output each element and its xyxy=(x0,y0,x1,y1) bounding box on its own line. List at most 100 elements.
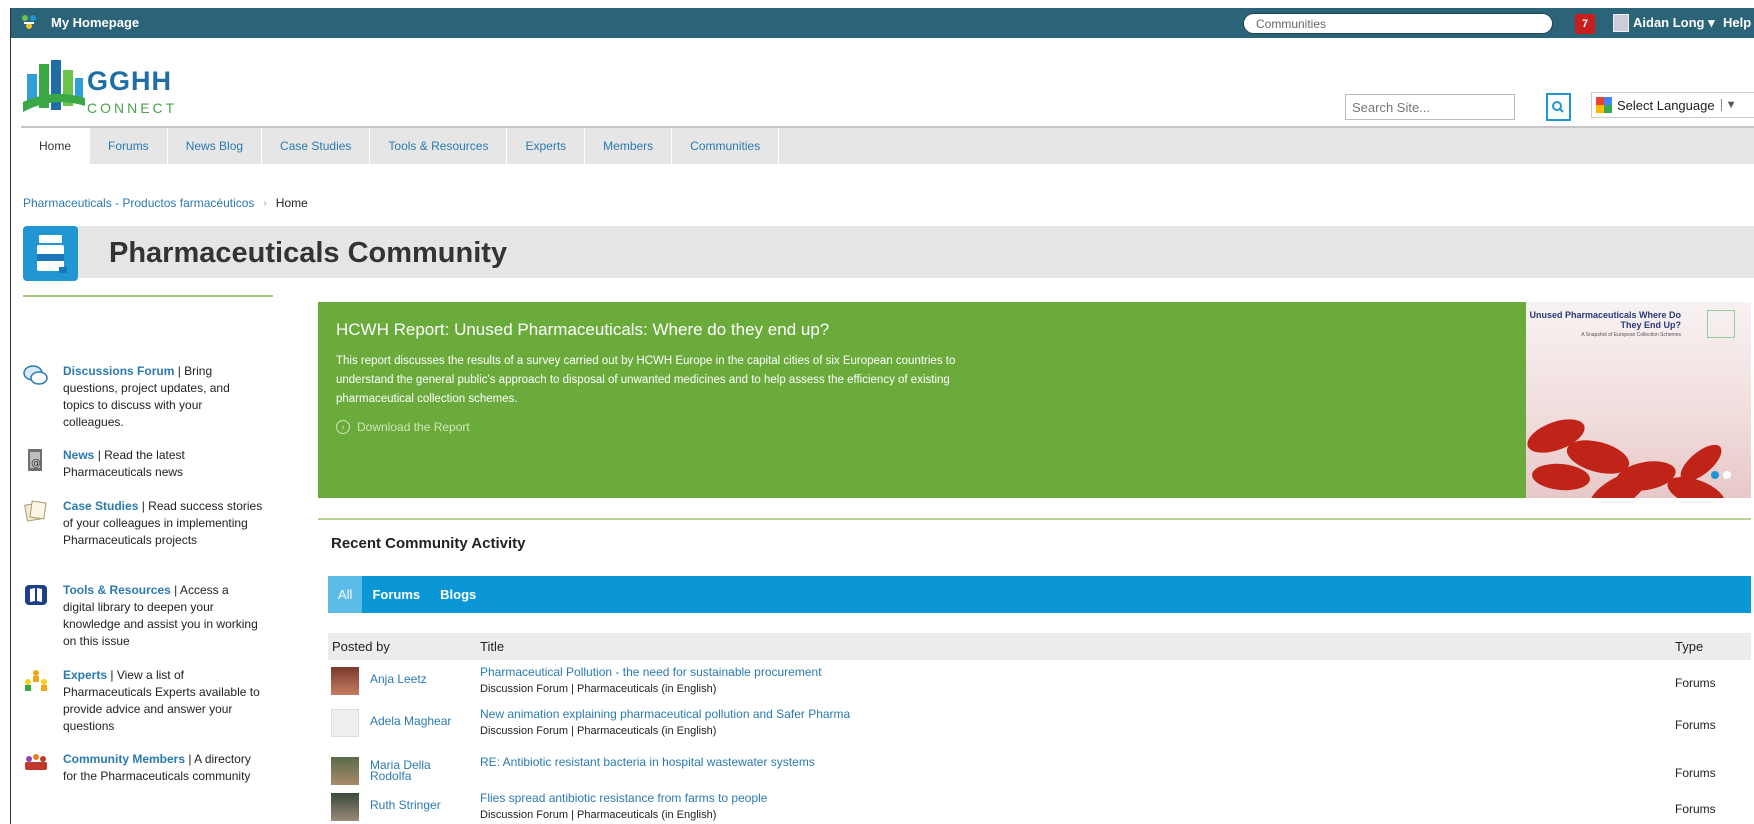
column-posted-by: Posted by xyxy=(332,639,390,654)
site-search-input[interactable]: Search Site... xyxy=(1345,94,1515,120)
documents-icon xyxy=(23,498,49,524)
avatar[interactable] xyxy=(331,793,359,821)
my-homepage-link[interactable]: My Homepage xyxy=(21,14,139,30)
avatar[interactable] xyxy=(331,757,359,785)
nav-tab-communities[interactable]: Communities xyxy=(672,128,780,164)
activity-subtitle: Discussion Forum | Pharmaceuticals (in E… xyxy=(480,809,717,821)
news-icon: @ xyxy=(23,447,49,473)
poster-name[interactable]: Maria Della Rodolfa xyxy=(370,759,460,782)
top-bar: My Homepage Communities 7 Aidan Long ▾ H… xyxy=(11,8,1754,38)
svg-text:@: @ xyxy=(31,458,41,469)
activity-title-link[interactable]: Flies spread antibiotic resistance from … xyxy=(480,791,767,805)
search-icon xyxy=(1552,101,1564,113)
banner-body: This report discusses the results of a s… xyxy=(336,355,956,405)
table-row: Anja Leetz Pharmaceutical Pollution - th… xyxy=(328,665,1751,707)
cover-logo-icon xyxy=(1707,310,1735,338)
activity-title-link[interactable]: New animation explaining pharmaceutical … xyxy=(480,707,850,721)
recent-activity-heading: Recent Community Activity xyxy=(331,535,526,552)
sidebar-item-community-members: Community Members | A directory for the … xyxy=(23,751,273,785)
poster-name[interactable]: Adela Maghear xyxy=(370,715,460,727)
breadcrumb-parent-link[interactable]: Pharmaceuticals - Productos farmacéutico… xyxy=(23,196,254,210)
language-select[interactable]: Select Language ▼ xyxy=(1591,92,1754,118)
nav-tab-home[interactable]: Home xyxy=(21,128,91,164)
table-row: Ruth Stringer Flies spread antibiotic re… xyxy=(328,791,1751,824)
my-homepage-label: My Homepage xyxy=(51,14,140,30)
filter-tab-blogs[interactable]: Blogs xyxy=(430,576,486,613)
filter-tab-forums[interactable]: Forums xyxy=(362,576,430,613)
column-title: Title xyxy=(480,639,505,654)
cover-title: Unused Pharmaceuticals Where Do They End… xyxy=(1529,310,1681,330)
activity-table-header: Posted by Title Type xyxy=(328,633,1751,660)
tools-resources-link[interactable]: Tools & Resources xyxy=(63,583,171,597)
logo-sub-text: CONNECT xyxy=(87,100,178,116)
browser-page: My Homepage Communities 7 Aidan Long ▾ H… xyxy=(10,8,1754,824)
activity-subtitle: Discussion Forum | Pharmaceuticals (in E… xyxy=(480,683,717,695)
book-icon xyxy=(23,582,49,608)
user-menu[interactable]: Aidan Long ▾ xyxy=(1613,14,1715,32)
avatar[interactable] xyxy=(331,709,359,737)
case-studies-link[interactable]: Case Studies xyxy=(63,499,138,513)
section-divider xyxy=(318,518,1751,520)
activity-filter-tabs: All Forums Blogs xyxy=(328,576,1751,613)
nav-tab-forums[interactable]: Forums xyxy=(90,128,168,164)
activity-subtitle: Discussion Forum | Pharmaceuticals (in E… xyxy=(480,725,717,737)
filter-tab-all[interactable]: All xyxy=(328,576,363,613)
sidebar xyxy=(23,295,273,297)
sidebar-item-experts: Experts | View a list of Pharmaceuticals… xyxy=(23,667,273,735)
experts-icon xyxy=(23,667,49,693)
user-name: Aidan Long ▾ xyxy=(1633,15,1715,30)
page-title-bar: Pharmaceuticals Community xyxy=(73,226,1754,278)
site-logo[interactable]: GGHH CONNECT xyxy=(23,56,193,126)
sidebar-item-case-studies: Case Studies | Read success stories of y… xyxy=(23,498,273,549)
site-search-button[interactable] xyxy=(1546,93,1571,121)
notification-badge[interactable]: 7 xyxy=(1575,14,1595,34)
community-members-link[interactable]: Community Members xyxy=(63,752,185,766)
report-cover-image[interactable]: Unused Pharmaceuticals Where Do They End… xyxy=(1526,302,1751,498)
column-type: Type xyxy=(1675,639,1704,654)
carousel-dots xyxy=(1711,471,1731,479)
featured-banner: HCWH Report: Unused Pharmaceuticals: Whe… xyxy=(318,302,1548,498)
poster-name[interactable]: Anja Leetz xyxy=(370,673,460,685)
nav-tab-experts[interactable]: Experts xyxy=(507,128,586,164)
google-translate-icon xyxy=(1596,97,1612,113)
experts-link[interactable]: Experts xyxy=(63,668,107,682)
chat-bubbles-icon xyxy=(23,363,49,389)
carousel-dot[interactable] xyxy=(1723,471,1731,479)
activity-title-link[interactable]: RE: Antibiotic resistant bacteria in hos… xyxy=(480,755,815,769)
carousel-dot[interactable] xyxy=(1711,471,1719,479)
nav-tab-case-studies[interactable]: Case Studies xyxy=(262,128,371,164)
home-network-icon xyxy=(21,14,37,30)
arrow-circle-icon: › xyxy=(336,420,350,434)
language-label: Select Language xyxy=(1617,97,1715,113)
help-link[interactable]: Help xyxy=(1723,15,1751,30)
activity-type: Forums xyxy=(1675,802,1716,816)
buildings-logo-icon xyxy=(23,60,85,112)
sidebar-divider xyxy=(23,295,273,297)
news-link[interactable]: News xyxy=(63,448,94,462)
members-icon xyxy=(23,751,49,777)
dropdown-arrow-icon: ▼ xyxy=(1720,99,1736,111)
sidebar-item-tools-resources: Tools & Resources | Access a digital lib… xyxy=(23,582,273,650)
nav-tab-tools-resources[interactable]: Tools & Resources xyxy=(370,128,508,164)
poster-name[interactable]: Ruth Stringer xyxy=(370,799,460,811)
download-report-link[interactable]: › Download the Report xyxy=(336,420,470,434)
main-nav: Home Forums News Blog Case Studies Tools… xyxy=(21,126,1754,164)
download-report-label: Download the Report xyxy=(357,420,470,434)
discussions-forum-link[interactable]: Discussions Forum xyxy=(63,364,174,378)
communities-search-input[interactable]: Communities xyxy=(1243,13,1553,34)
nav-tab-news-blog[interactable]: News Blog xyxy=(168,128,263,164)
nav-tab-members[interactable]: Members xyxy=(585,128,673,164)
banner-title[interactable]: HCWH Report: Unused Pharmaceuticals: Whe… xyxy=(336,320,829,340)
logo-brand-text: GGHH xyxy=(87,66,172,96)
sidebar-item-discussions: Discussions Forum | Bring questions, pro… xyxy=(23,363,273,431)
sidebar-item-news: @ News | Read the latest Pharmaceuticals… xyxy=(23,447,273,481)
activity-type: Forums xyxy=(1675,718,1716,732)
activity-type: Forums xyxy=(1675,766,1716,780)
breadcrumb: Pharmaceuticals - Productos farmacéutico… xyxy=(23,196,308,210)
avatar[interactable] xyxy=(331,667,359,695)
activity-title-link[interactable]: Pharmaceutical Pollution - the need for … xyxy=(480,665,822,679)
avatar xyxy=(1613,14,1629,32)
breadcrumb-current: Home xyxy=(275,196,308,210)
table-row: Adela Maghear New animation explaining p… xyxy=(328,707,1751,749)
breadcrumb-separator: › xyxy=(263,197,267,209)
